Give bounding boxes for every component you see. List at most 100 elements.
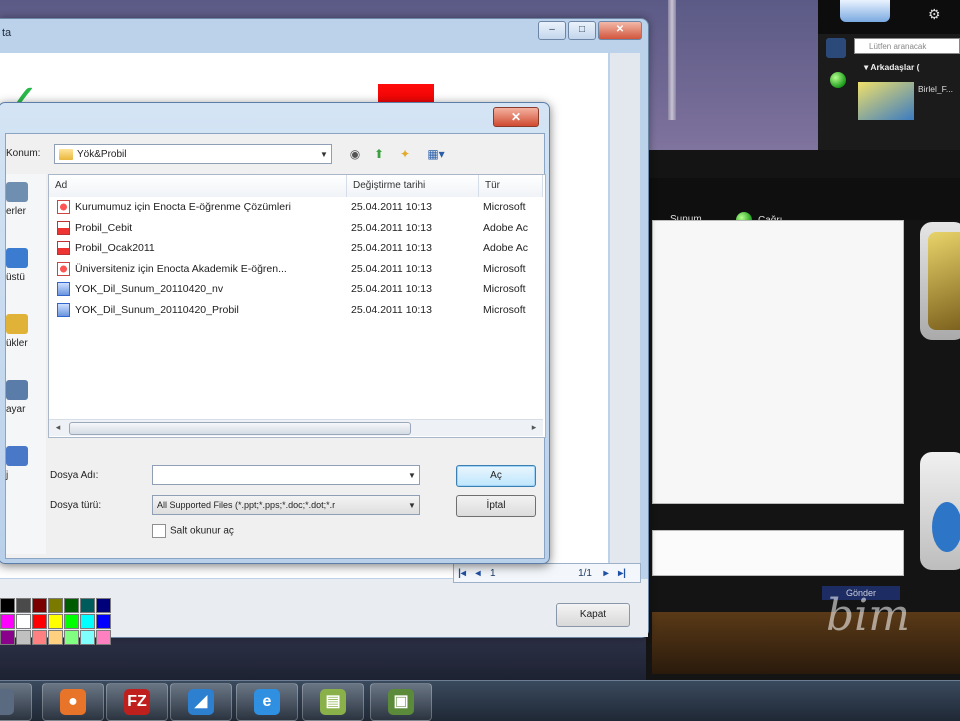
column-header-date[interactable]: Değiştirme tarihi: [347, 175, 479, 197]
color-swatch[interactable]: [32, 630, 47, 645]
content-panel: [652, 220, 904, 504]
settings-icon[interactable]: ⚙: [928, 6, 941, 23]
color-swatch[interactable]: [80, 598, 95, 613]
dialog-client: Konum: Yök&Probil ▼ ◉ ⬆ ✦ ▦▾ erler üstü ük…: [5, 133, 546, 559]
desktop-tower: [668, 0, 676, 120]
scroll-right-icon[interactable]: ▸: [527, 422, 541, 433]
place-item[interactable]: üstü: [6, 248, 46, 283]
last-page-button[interactable]: ▸|: [614, 568, 630, 579]
file-pdf-icon: [57, 220, 70, 235]
place-label: ayar: [6, 404, 26, 415]
close-panel-button[interactable]: Kapat: [556, 603, 630, 627]
maximize-button[interactable]: □: [568, 21, 596, 40]
checkbox-box[interactable]: [152, 524, 166, 538]
contact-search-input[interactable]: Lütfen aranacak: [854, 38, 960, 54]
color-swatch[interactable]: [0, 630, 15, 645]
color-swatch[interactable]: [80, 614, 95, 629]
file-type: Adobe Ac: [483, 221, 528, 234]
place-item[interactable]: j: [6, 446, 46, 481]
color-swatch[interactable]: [64, 598, 79, 613]
horizontal-scrollbar[interactable]: ◂ ▸: [49, 419, 543, 436]
back-icon[interactable]: ◉: [346, 145, 364, 163]
file-row[interactable]: YOK_Dil_Sunum_20110420_Probil 25.04.2011 …: [49, 300, 543, 320]
minimize-button[interactable]: –: [538, 21, 566, 40]
color-swatch[interactable]: [16, 598, 31, 613]
filename-label: Dosya Adı:: [50, 470, 99, 481]
taskbar-firefox-button[interactable]: ●: [42, 683, 104, 721]
new-folder-icon[interactable]: ✦: [396, 145, 414, 163]
taskbar-ie-button[interactable]: e: [236, 683, 298, 721]
up-folder-icon[interactable]: ⬆: [370, 145, 388, 163]
place-item[interactable]: erler: [6, 182, 46, 217]
participant-avatar-1[interactable]: [920, 222, 960, 340]
message-input[interactable]: [652, 530, 904, 576]
column-header-type[interactable]: Tür: [479, 175, 543, 197]
first-page-button[interactable]: |◂: [454, 568, 470, 579]
window-title: ta: [2, 27, 12, 39]
taskbar-active-app-button[interactable]: ◢: [170, 683, 232, 721]
friend-avatar[interactable]: [858, 82, 914, 120]
filename-input[interactable]: ▼: [152, 465, 420, 485]
color-swatch[interactable]: [48, 598, 63, 613]
taskbar-filezilla-button[interactable]: FZ: [106, 683, 168, 721]
dialog-close-button[interactable]: ✕: [493, 107, 539, 127]
color-swatch[interactable]: [64, 614, 79, 629]
color-swatch[interactable]: [16, 614, 31, 629]
chevron-down-icon: ▼: [320, 149, 328, 159]
look-in-combo[interactable]: Yök&Probil ▼: [54, 144, 332, 164]
page-number-input[interactable]: 1: [486, 568, 544, 579]
messenger-logo-icon[interactable]: [840, 0, 890, 22]
vertical-scrollbar[interactable]: [610, 53, 640, 578]
color-swatch[interactable]: [32, 614, 47, 629]
color-swatch[interactable]: [32, 598, 47, 613]
color-swatch[interactable]: [16, 630, 31, 645]
scrollbar-thumb[interactable]: [69, 422, 411, 435]
participant-avatar-2[interactable]: [920, 452, 960, 570]
file-row[interactable]: YOK_Dil_Sunum_20110420_nv 25.04.2011 10:1…: [49, 279, 543, 299]
view-menu-icon[interactable]: ▦▾: [422, 145, 450, 163]
filetype-select[interactable]: All Supported Files (*.ppt;*.pps;*.doc;*…: [152, 495, 420, 515]
next-page-button[interactable]: ▸: [598, 568, 614, 579]
color-swatch[interactable]: [48, 614, 63, 629]
status-online-icon[interactable]: [830, 72, 846, 91]
place-icon: [6, 182, 28, 202]
column-header-name[interactable]: Ad: [49, 175, 347, 197]
file-row[interactable]: Üniversiteniz için Enocta Akademik E-öğr…: [49, 259, 543, 279]
readonly-checkbox[interactable]: Salt okunur aç: [152, 524, 234, 538]
chevron-down-icon: ▼: [408, 470, 416, 480]
taskbar-media-button[interactable]: ▣: [370, 683, 432, 721]
file-row[interactable]: Probil_Cebit 25.04.2011 10:13 Adobe Ac: [49, 218, 543, 238]
place-item[interactable]: ükler: [6, 314, 46, 349]
prev-page-button[interactable]: ◂: [470, 568, 486, 579]
file-row[interactable]: Probil_Ocak2011 25.04.2011 10:13 Adobe Ac: [49, 238, 543, 258]
taskbar-app-partial-button[interactable]: [0, 683, 32, 721]
color-swatch[interactable]: [0, 614, 15, 629]
file-type: Microsoft: [483, 201, 526, 213]
taskbar-notes-button[interactable]: ▤: [302, 683, 364, 721]
page-navigator: |◂ ◂ 1 1/1 ▸ ▸|: [453, 563, 641, 583]
color-swatch[interactable]: [48, 630, 63, 645]
taskbar-filezilla-icon: FZ: [124, 689, 150, 715]
scroll-left-icon[interactable]: ◂: [51, 422, 65, 433]
friends-group-header[interactable]: ▾ Arkadaşlar (: [864, 62, 919, 73]
color-swatch[interactable]: [96, 598, 111, 613]
contacts-icon[interactable]: [826, 38, 846, 58]
friend-name[interactable]: Birlel_F...: [918, 84, 953, 94]
open-button[interactable]: Aç: [456, 465, 536, 487]
taskbar-active-app-icon: ◢: [188, 689, 214, 715]
close-button[interactable]: ✕: [598, 21, 642, 40]
file-type: Microsoft: [483, 303, 526, 316]
color-swatch[interactable]: [96, 630, 111, 645]
file-date: 25.04.2011 10:13: [351, 201, 432, 213]
cancel-button[interactable]: İptal: [456, 495, 536, 517]
folder-icon: [59, 148, 73, 160]
color-swatch[interactable]: [0, 598, 15, 613]
messenger-window: ⚙ Lütfen aranacak ▾ Arkadaşlar ( Birlel_…: [818, 0, 960, 150]
color-swatch[interactable]: [64, 630, 79, 645]
file-row[interactable]: Kurumumuz için Enocta E-öğrenme Çözümler…: [49, 197, 543, 217]
file-list[interactable]: Ad Değiştirme tarihi Tür Kurumumuz için …: [48, 174, 546, 438]
color-swatch[interactable]: [96, 614, 111, 629]
filetype-value: All Supported Files (*.ppt;*.pps;*.doc;*…: [157, 500, 336, 510]
color-swatch[interactable]: [80, 630, 95, 645]
place-item[interactable]: ayar: [6, 380, 46, 415]
